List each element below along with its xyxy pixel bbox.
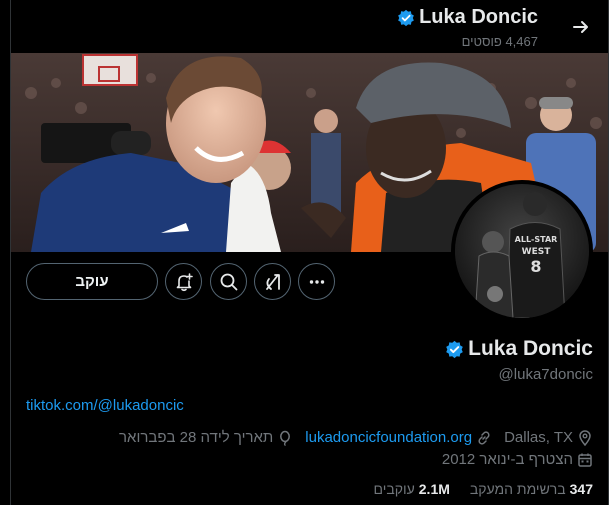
avatar-photo: ALL-STAR WEST 8 bbox=[455, 184, 589, 318]
profile-handle: @luka7doncic bbox=[498, 366, 593, 383]
balloon-icon bbox=[277, 430, 293, 446]
verified-badge-icon bbox=[397, 9, 415, 27]
profile-avatar[interactable]: ALL-STAR WEST 8 bbox=[451, 180, 593, 322]
location-item: Dallas, TX bbox=[504, 429, 593, 446]
location-icon bbox=[577, 429, 593, 446]
profile-name-row: Luka Doncic bbox=[445, 337, 593, 361]
followers-stat[interactable]: 2.1M עוקבים bbox=[373, 481, 449, 497]
joined-item: הצטרף ב-ינואר 2012 bbox=[442, 451, 593, 468]
following-button[interactable]: עוקב bbox=[26, 263, 158, 300]
profile-stats: 347 ברשימת המעקב 2.1M עוקבים bbox=[353, 481, 593, 497]
jersey-text-west: WEST bbox=[522, 247, 552, 257]
svg-text:8: 8 bbox=[530, 257, 541, 276]
website-item: lukadoncicfoundation.org bbox=[305, 429, 492, 446]
posts-count: 4,467 פוסטים bbox=[461, 34, 538, 49]
joined-text: הצטרף ב-ינואר 2012 bbox=[441, 451, 573, 468]
grok-icon bbox=[263, 272, 283, 292]
header-name: Luka Doncic bbox=[419, 6, 538, 28]
followers-count: 2.1M bbox=[418, 481, 450, 497]
notifications-button[interactable] bbox=[165, 263, 202, 300]
verified-badge-icon[interactable] bbox=[445, 340, 464, 359]
birthday-text: תאריך לידה 28 בפברואר bbox=[119, 429, 274, 446]
location-text: Dallas, TX bbox=[504, 429, 573, 446]
following-label: ברשימת המעקב bbox=[469, 481, 566, 497]
header-title: Luka Doncic bbox=[397, 6, 538, 29]
arrow-right-icon bbox=[571, 17, 591, 37]
website-link[interactable]: lukadoncicfoundation.org bbox=[305, 429, 472, 446]
grok-button[interactable] bbox=[254, 263, 291, 300]
jersey-text-allstar: ALL-STAR bbox=[515, 235, 558, 244]
following-stat[interactable]: 347 ברשימת המעקב bbox=[470, 481, 593, 497]
back-button[interactable] bbox=[568, 14, 594, 40]
more-options-button[interactable] bbox=[298, 263, 335, 300]
bio-link[interactable]: tiktok.com/@lukadoncic bbox=[26, 397, 184, 414]
profile-joined-row: הצטרף ב-ינואר 2012 bbox=[430, 451, 593, 468]
search-button[interactable] bbox=[210, 263, 247, 300]
profile-name: Luka Doncic bbox=[468, 337, 593, 360]
link-icon bbox=[476, 430, 492, 446]
search-icon bbox=[219, 272, 239, 292]
notification-bell-plus-icon bbox=[174, 272, 194, 292]
calendar-icon bbox=[577, 452, 593, 468]
following-count: 347 bbox=[569, 481, 593, 497]
followers-label: עוקבים bbox=[373, 481, 415, 497]
profile-meta-row: Dallas, TX lukadoncicfoundation.org תארי… bbox=[107, 429, 593, 446]
more-dots-icon bbox=[307, 272, 327, 292]
birthday-item: תאריך לידה 28 בפברואר bbox=[119, 429, 293, 446]
profile-header: Luka Doncic 4,467 פוסטים bbox=[11, 0, 608, 53]
